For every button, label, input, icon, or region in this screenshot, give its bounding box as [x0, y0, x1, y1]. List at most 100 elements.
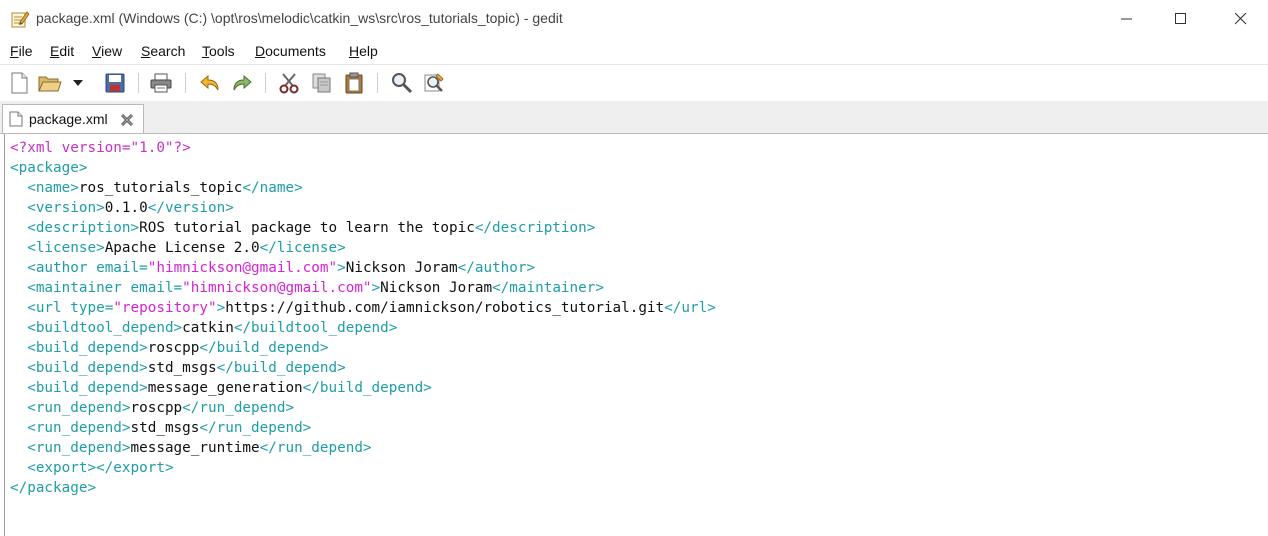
code-token-tag: >: [337, 260, 346, 276]
toolbar: [0, 65, 1268, 102]
paste-button[interactable]: [342, 71, 366, 95]
code-token-tag: <build_depend>: [27, 360, 148, 376]
code-line: </package>: [10, 478, 716, 498]
open-folder-icon: [38, 76, 62, 92]
code-line: <maintainer email="himnickson@gmail.com"…: [10, 278, 716, 298]
menu-help[interactable]: Help: [349, 43, 378, 59]
code-token-tag: </package>: [10, 480, 97, 496]
maximize-button[interactable]: [1158, 0, 1204, 38]
code-token-tag: </build_depend>: [216, 360, 346, 376]
code-token-tag: </build_depend>: [199, 340, 329, 356]
code-token-tag: <run_depend>: [27, 440, 131, 456]
code-token-tag: <license>: [27, 240, 105, 256]
menu-view[interactable]: View: [92, 43, 122, 59]
find-button[interactable]: [390, 71, 414, 95]
code-token-val: "himnickson@gmail.com": [147, 260, 338, 276]
code-token-tag: <maintainer: [27, 280, 131, 296]
code-line: <build_depend>roscpp</build_depend>: [10, 338, 716, 358]
print-button[interactable]: [149, 71, 173, 95]
code-line: <run_depend>std_msgs</run_depend>: [10, 418, 716, 438]
tab-package-xml[interactable]: package.xml: [2, 104, 144, 133]
code-token-tag: </license>: [259, 240, 346, 256]
menu-search-label: earch: [150, 43, 186, 59]
menu-tools[interactable]: Tools: [202, 43, 235, 59]
code-token-val: "himnickson@gmail.com": [182, 280, 372, 296]
find-icon: [392, 73, 413, 94]
code-token-txt: https://github.com/iamnickson/robotics_t…: [225, 300, 665, 316]
menu-help-label: elp: [359, 43, 378, 59]
code-token-tag: </run_depend>: [182, 400, 295, 416]
menu-file-accesskey: F: [10, 43, 19, 59]
code-line: <package>: [10, 158, 716, 178]
code-line: <name>ros_tutorials_topic</name>: [10, 178, 716, 198]
code-token-tag: <build_depend>: [27, 380, 148, 396]
code-view[interactable]: <?xml version="1.0"?> <package> <name>ros…: [10, 138, 716, 498]
menu-documents-label: ocuments: [265, 43, 326, 59]
menu-search[interactable]: Search: [141, 43, 185, 59]
menu-documents-accesskey: D: [255, 43, 266, 59]
code-token-tag: <export></export>: [27, 460, 174, 476]
minimize-button[interactable]: [1104, 0, 1150, 38]
document-icon: [9, 111, 23, 131]
code-line: <version>0.1.0</version>: [10, 198, 716, 218]
tab-close-button[interactable]: [120, 112, 134, 131]
code-token-tag: <run_depend>: [27, 400, 131, 416]
code-token-tag: </maintainer>: [492, 280, 604, 296]
text-editor[interactable]: <?xml version="1.0"?> <package> <name>ros…: [4, 134, 1268, 536]
menu-search-accesskey: S: [141, 43, 151, 59]
code-token-tag: </author>: [457, 260, 536, 276]
close-window-button[interactable]: [1218, 0, 1264, 38]
code-token-tag: </name>: [242, 180, 303, 196]
menu-file-label: ile: [18, 43, 33, 59]
paste-icon: [345, 72, 363, 94]
code-token-tag: <package>: [10, 160, 88, 176]
cut-button[interactable]: [277, 71, 301, 95]
menu-help-accesskey: H: [349, 43, 360, 59]
code-token-txt: catkin: [182, 320, 234, 336]
gedit-window: package.xml (Windows (C:) \opt\ros\melod…: [0, 0, 1268, 536]
menu-bar: File Edit View Search Tools Documents He…: [0, 38, 1268, 65]
code-token-txt: message_runtime: [130, 440, 260, 456]
code-line: <build_depend>std_msgs</build_depend>: [10, 358, 716, 378]
toolbar-separator: [185, 73, 186, 93]
code-line: <export></export>: [10, 458, 716, 478]
toolbar-separator: [377, 73, 378, 93]
tab-label: package.xml: [29, 111, 108, 127]
new-document-button[interactable]: [7, 71, 31, 95]
code-line: <author email="himnickson@gmail.com">Nic…: [10, 258, 716, 278]
save-button[interactable]: [103, 71, 127, 95]
code-token-txt: 0.1.0: [104, 200, 148, 216]
open-button[interactable]: [38, 71, 62, 95]
close-tab-icon: [120, 113, 134, 127]
code-token-val: "repository": [113, 300, 217, 316]
menu-edit-label: dit: [59, 43, 75, 59]
code-token-tag: </version>: [147, 200, 234, 216]
code-token-txt: std_msgs: [130, 420, 200, 436]
menu-tools-accesskey: T: [202, 43, 209, 59]
undo-button[interactable]: [198, 71, 222, 95]
toolbar-separator: [138, 73, 139, 93]
code-line: <run_depend>message_runtime</run_depend>: [10, 438, 716, 458]
find-replace-icon: [424, 73, 444, 92]
menu-documents[interactable]: Documents: [255, 43, 326, 59]
document-tab-strip: package.xml: [0, 101, 1268, 134]
copy-button[interactable]: [310, 71, 334, 95]
code-token-txt: std_msgs: [147, 360, 217, 376]
menu-file[interactable]: File: [10, 43, 33, 59]
maximize-icon: [1175, 13, 1186, 24]
menu-edit[interactable]: Edit: [50, 43, 74, 59]
open-recent-dropdown[interactable]: [70, 71, 86, 95]
code-line: <?xml version="1.0"?>: [10, 138, 716, 158]
redo-button[interactable]: [230, 71, 254, 95]
find-replace-button[interactable]: [422, 71, 446, 95]
cut-icon: [279, 73, 299, 94]
window-title: package.xml (Windows (C:) \opt\ros\melod…: [36, 10, 563, 26]
